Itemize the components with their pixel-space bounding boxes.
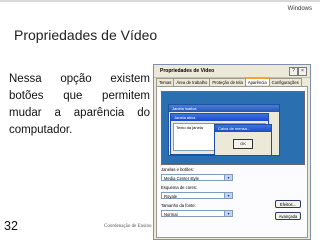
close-button[interactable]: × [298,67,307,76]
tab-screensaver[interactable]: Proteção de tela [209,78,246,86]
tab-settings[interactable]: Configurações [268,78,302,86]
preview-inactive-title: Janela inativa [169,105,279,112]
tab-themes[interactable]: Temas [156,78,175,86]
preview-message-box: Caixa de mensa... OK [214,124,272,156]
help-button[interactable]: ? [289,67,298,76]
color-scheme-label: Esquema de cores: [161,185,198,190]
effects-button[interactable]: Efeitos... [275,200,301,208]
slide-body-text: Nessa opção existem botões que permitem … [9,73,150,136]
windows-buttons-value: Media Center style [164,176,199,181]
slide-footer: Coordenação de Ensino [104,224,152,229]
chevron-down-icon[interactable]: ▾ [224,193,232,198]
chevron-down-icon[interactable]: ▾ [224,211,232,216]
font-size-select[interactable]: Normal ▾ [161,210,233,217]
os-label: Windows [287,6,312,12]
color-scheme-value: Royale [164,194,178,199]
display-properties-dialog: Propriedades de Vídeo ? × Temas Área de … [153,64,311,240]
dialog-tabs: Temas Área de trabalho Proteção de tela … [156,77,302,86]
appearance-panel: Janela inativa Janela ativa Texto da jan… [156,86,308,238]
page-number: 32 [4,219,18,233]
preview-message-title: Caixa de mensa... [215,125,271,132]
color-scheme-select[interactable]: Royale ▾ [161,192,233,199]
chevron-down-icon[interactable]: ▾ [224,175,232,180]
top-divider [0,0,320,2]
dialog-titlebar: Propriedades de Vídeo ? × [154,65,310,78]
slide-title: Propriedades de Vídeo [14,27,158,43]
preview-active-title: Janela ativa [171,114,268,121]
advanced-button[interactable]: Avançada [275,212,301,220]
tab-appearance[interactable]: Aparência [244,77,270,85]
font-size-label: Tamanho da fonte: [161,203,196,208]
preview-ok-button: OK [233,139,253,149]
tab-desktop[interactable]: Área de trabalho [173,78,211,86]
appearance-preview: Janela inativa Janela ativa Texto da jan… [161,91,305,165]
windows-buttons-label: Janelas e botões: [161,167,194,172]
windows-buttons-select[interactable]: Media Center style ▾ [161,174,233,181]
dialog-title: Propriedades de Vídeo [160,68,215,74]
font-size-value: Normal [164,212,178,217]
